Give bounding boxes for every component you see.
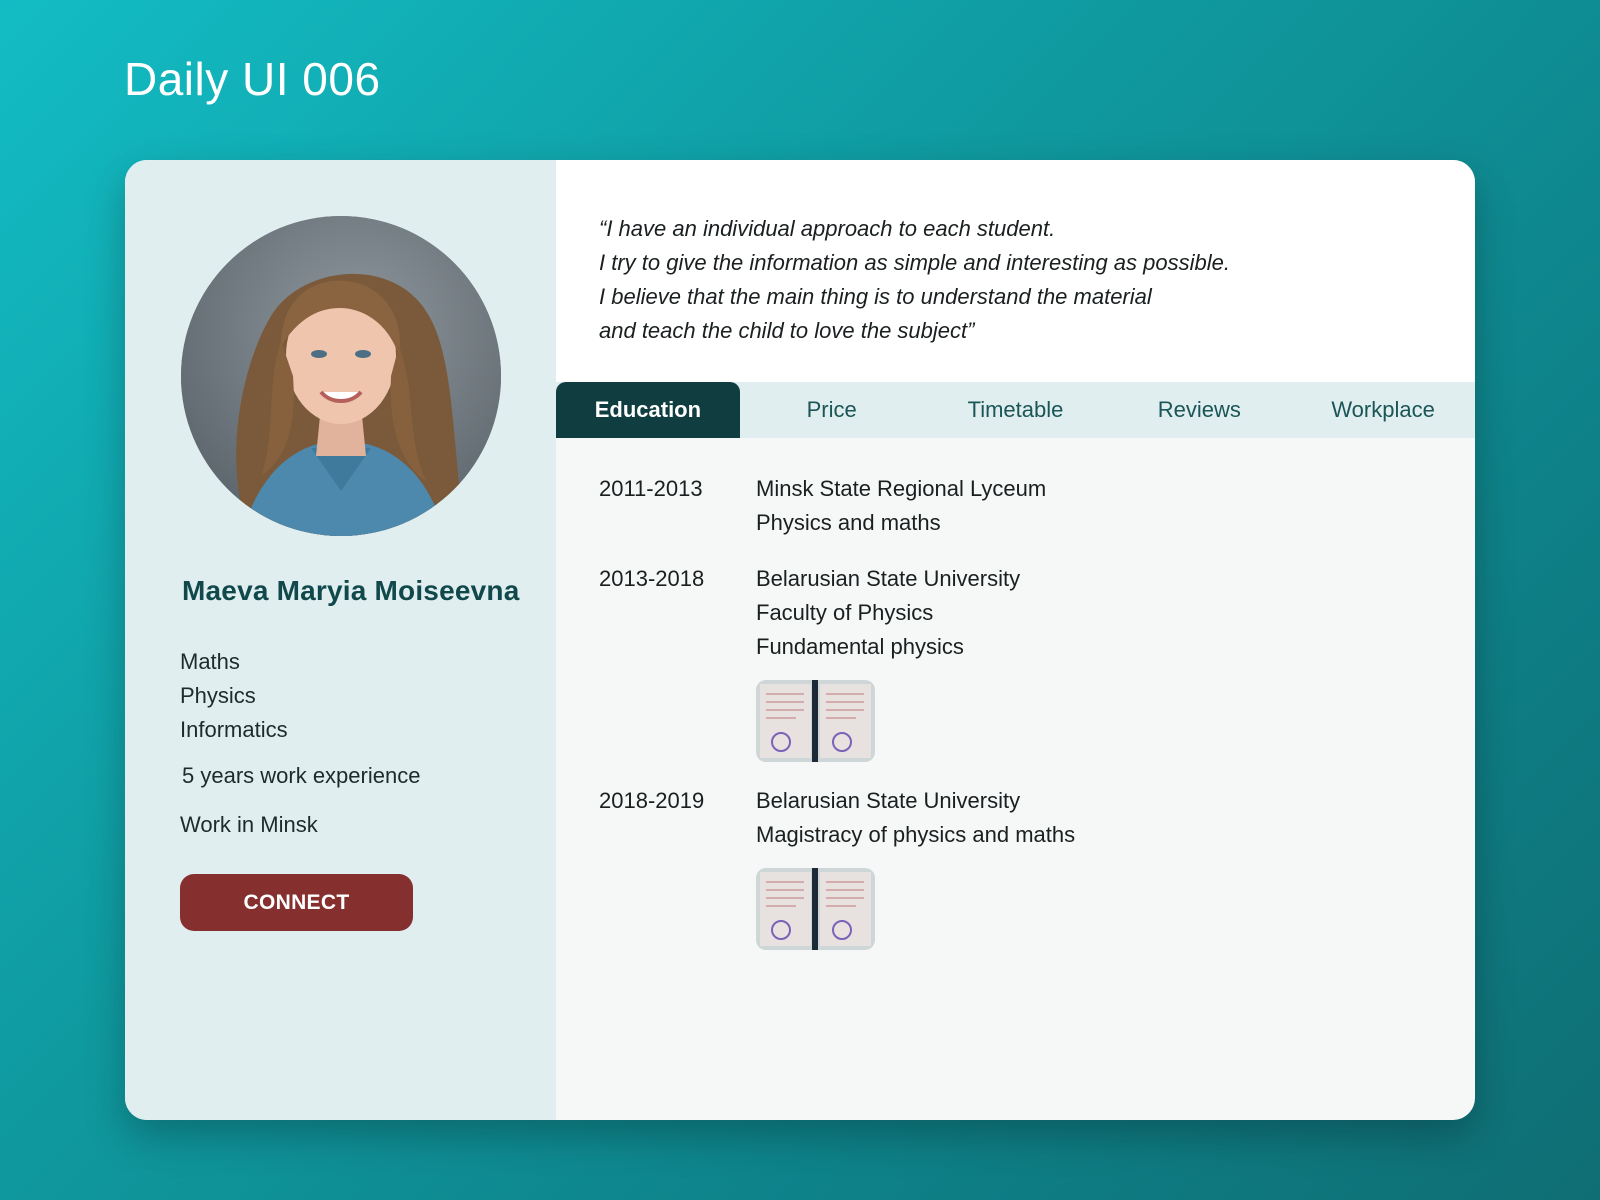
page-title: Daily UI 006 bbox=[124, 53, 381, 105]
diploma-thumbnail[interactable] bbox=[756, 868, 875, 950]
education-details: Belarusian State University Faculty of P… bbox=[756, 562, 1020, 762]
education-list: 2011-2013 Minsk State Regional Lyceum Ph… bbox=[599, 472, 1075, 972]
education-entry: 2018-2019 Belarusian State University Ma… bbox=[599, 784, 1075, 950]
diploma-thumbnail[interactable] bbox=[756, 680, 875, 762]
quote-line: and teach the child to love the subject” bbox=[599, 318, 975, 343]
avatar bbox=[181, 216, 501, 536]
education-line: Belarusian State University bbox=[756, 788, 1021, 813]
experience-text: 5 years work experience bbox=[182, 763, 421, 788]
tutor-profile-card: Maeva Maryia Moiseevna Maths Physics Inf… bbox=[125, 160, 1475, 1120]
education-line: Belarusian State University bbox=[756, 566, 1021, 591]
profile-main: “I have an individual approach to each s… bbox=[556, 160, 1475, 1120]
tab-timetable[interactable]: Timetable bbox=[924, 382, 1108, 438]
tutor-quote: “I have an individual approach to each s… bbox=[599, 212, 1230, 348]
tab-education[interactable]: Education bbox=[556, 382, 740, 438]
subject-item: Informatics bbox=[180, 717, 288, 742]
quote-line: “I have an individual approach to each s… bbox=[599, 216, 1056, 241]
education-entry: 2011-2013 Minsk State Regional Lyceum Ph… bbox=[599, 472, 1075, 540]
tab-reviews[interactable]: Reviews bbox=[1107, 382, 1291, 438]
avatar-portrait-icon bbox=[181, 216, 501, 536]
tutor-name: Maeva Maryia Moiseevna bbox=[182, 575, 520, 606]
connect-button[interactable]: CONNECT bbox=[180, 874, 413, 931]
education-line: Fundamental physics bbox=[756, 634, 964, 659]
education-years: 2013-2018 bbox=[599, 566, 705, 591]
education-line: Magistracy of physics and maths bbox=[756, 822, 1076, 847]
profile-tabs: Education Price Timetable Reviews Workpl… bbox=[556, 382, 1475, 438]
subject-item: Maths bbox=[180, 649, 240, 674]
tab-workplace[interactable]: Workplace bbox=[1291, 382, 1475, 438]
education-years: 2011-2013 bbox=[599, 476, 703, 501]
tab-price[interactable]: Price bbox=[740, 382, 924, 438]
education-line: Physics and maths bbox=[756, 510, 941, 535]
education-details: Belarusian State University Magistracy o… bbox=[756, 784, 1075, 950]
quote-line: I try to give the information as simple … bbox=[599, 250, 1230, 275]
education-entry: 2013-2018 Belarusian State University Fa… bbox=[599, 562, 1075, 762]
subject-item: Physics bbox=[180, 683, 256, 708]
quote-line: I believe that the main thing is to unde… bbox=[599, 284, 1152, 309]
location-text: Work in Minsk bbox=[180, 812, 318, 837]
subjects-list: Maths Physics Informatics bbox=[180, 645, 288, 747]
education-years: 2018-2019 bbox=[599, 788, 705, 813]
education-line: Minsk State Regional Lyceum bbox=[756, 476, 1047, 501]
education-details: Minsk State Regional Lyceum Physics and … bbox=[756, 472, 1046, 540]
education-line: Faculty of Physics bbox=[756, 600, 934, 625]
diploma-icon bbox=[756, 680, 875, 762]
quote-section: “I have an individual approach to each s… bbox=[556, 160, 1475, 382]
diploma-icon bbox=[756, 868, 875, 950]
profile-sidebar: Maeva Maryia Moiseevna Maths Physics Inf… bbox=[125, 160, 556, 1120]
